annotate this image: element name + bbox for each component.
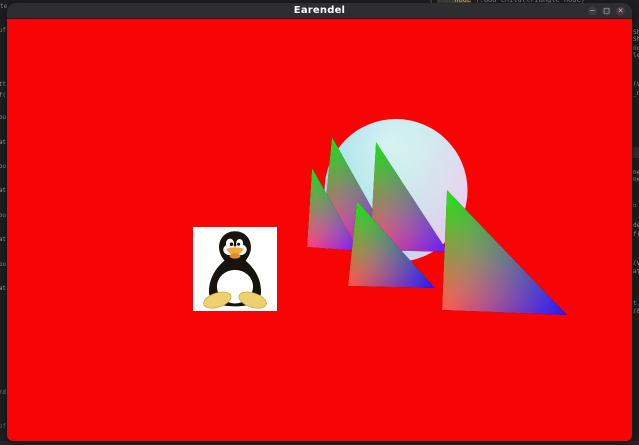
window-titlebar[interactable]: Earendel − □ × [7, 3, 632, 19]
code-fragment: Sha [633, 37, 639, 43]
render-viewport[interactable] [7, 19, 632, 441]
code-fragment: (Ve [633, 261, 639, 267]
code-fragment: nat [0, 237, 6, 243]
background-editor-right: ShaShanodlepl(Ve_nonefnef(▫delf().(Veatr… [632, 0, 639, 441]
window-controls: − □ × [588, 6, 625, 15]
code-fragment: del [633, 223, 639, 229]
code-fragment: of [0, 424, 6, 430]
editor-selection-band [632, 147, 639, 158]
tux-beak-lower [230, 253, 241, 258]
background-editor-bottom [0, 441, 639, 445]
minimize-button[interactable]: − [588, 6, 597, 15]
rgb-triangle-4 [442, 190, 567, 315]
code-fragment: ibu [0, 262, 6, 268]
code-fragment: att [0, 82, 6, 88]
code-fragment: naf( [0, 93, 6, 99]
code-fragment: t.a [633, 301, 639, 307]
tux-pupil-left [230, 243, 233, 246]
tux-pupil-right [237, 243, 240, 246]
code-fragment: _no [633, 91, 639, 97]
code-fragment: nef( [633, 177, 639, 183]
desktop-background: ("top_node").add_child(triangle_node) te… [0, 0, 639, 445]
code-fragment: nat [0, 286, 6, 292]
code-fragment: nat [0, 188, 6, 194]
code-fragment: (Ve [633, 82, 639, 88]
code-fragment: rd [0, 390, 6, 396]
code-fragment: ibu [0, 115, 6, 121]
code-fragment: (01 [633, 309, 639, 315]
code-fragment: uf [0, 28, 6, 34]
code-fragment: f(). [633, 232, 639, 238]
code-fragment: ibu [0, 213, 6, 219]
close-button[interactable]: × [616, 6, 625, 15]
tux-sprite [193, 227, 277, 311]
maximize-button[interactable]: □ [602, 6, 611, 15]
code-fragment: ibu [0, 164, 6, 170]
background-editor-left: uf att naf( ibu nat ibu nat ibu nat ibu nat rd of [0, 0, 7, 441]
code-fragment: nat [0, 140, 6, 146]
code-fragment: atr [633, 269, 639, 275]
earendel-window: Earendel − □ × [7, 3, 632, 441]
code-fragment: lepl [633, 53, 639, 59]
scene-canvas [7, 19, 632, 441]
window-title: Earendel [294, 5, 345, 16]
code-fragment: ▫ [633, 203, 637, 209]
